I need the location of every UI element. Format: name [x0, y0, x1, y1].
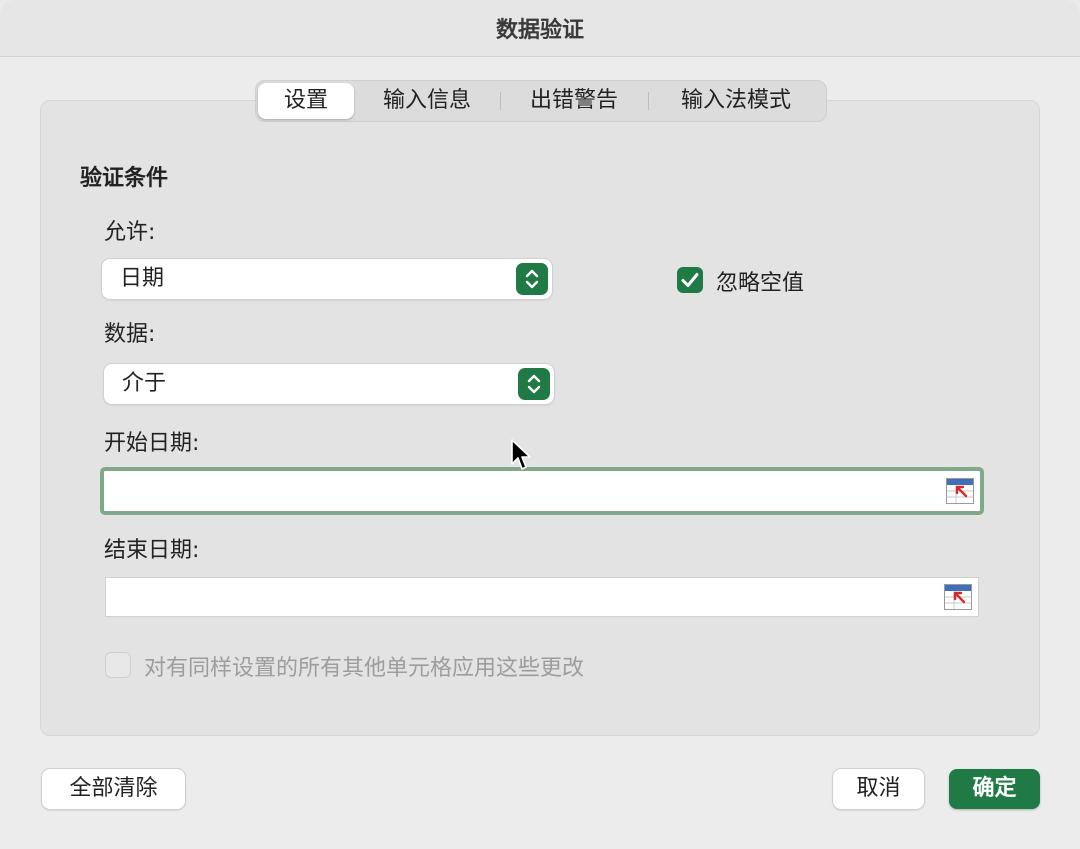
data-label: 数据:	[104, 322, 156, 347]
collapse-dialog-range-icon[interactable]	[946, 478, 974, 504]
validation-criteria-heading: 验证条件	[80, 166, 169, 191]
tab-input-message[interactable]: 输入信息	[356, 81, 498, 121]
end-date-input[interactable]	[105, 577, 979, 617]
data-validation-dialog: 数据验证 设置 输入信息 出错警告 输入法模式 验证条件 允许: 日期 忽略空值…	[0, 0, 1080, 849]
tab-separator	[648, 92, 649, 110]
allow-select-value: 日期	[120, 266, 165, 291]
mouse-pointer-icon	[511, 439, 531, 470]
tab-bar: 设置 输入信息 出错警告 输入法模式	[255, 80, 827, 122]
tab-settings[interactable]: 设置	[258, 83, 354, 119]
dialog-title: 数据验证	[495, 18, 584, 43]
ok-button[interactable]: 确定	[949, 769, 1040, 809]
tab-error-alert[interactable]: 出错警告	[502, 81, 646, 121]
start-date-input[interactable]	[100, 467, 984, 515]
data-select-value: 介于	[122, 371, 167, 396]
title-bar: 数据验证	[0, 0, 1080, 57]
allow-label: 允许:	[104, 220, 156, 245]
apply-all-checkbox[interactable]	[105, 652, 131, 678]
start-date-label: 开始日期:	[104, 431, 200, 456]
tab-separator	[500, 92, 501, 110]
checkmark-icon	[681, 273, 699, 287]
allow-select[interactable]: 日期	[102, 259, 552, 299]
up-down-chevron-icon	[516, 263, 548, 295]
clear-all-button[interactable]: 全部清除	[42, 769, 185, 809]
settings-panel	[40, 100, 1040, 736]
cancel-button[interactable]: 取消	[833, 769, 924, 809]
apply-all-label: 对有同样设置的所有其他单元格应用这些更改	[144, 656, 585, 681]
ignore-blank-checkbox[interactable]	[677, 267, 703, 293]
end-date-label: 结束日期:	[104, 538, 200, 563]
collapse-dialog-range-icon[interactable]	[944, 584, 972, 610]
ignore-blank-label[interactable]: 忽略空值	[716, 265, 804, 297]
data-select[interactable]: 介于	[104, 364, 554, 404]
up-down-chevron-icon	[518, 368, 550, 400]
tab-ime-mode[interactable]: 输入法模式	[650, 81, 822, 121]
